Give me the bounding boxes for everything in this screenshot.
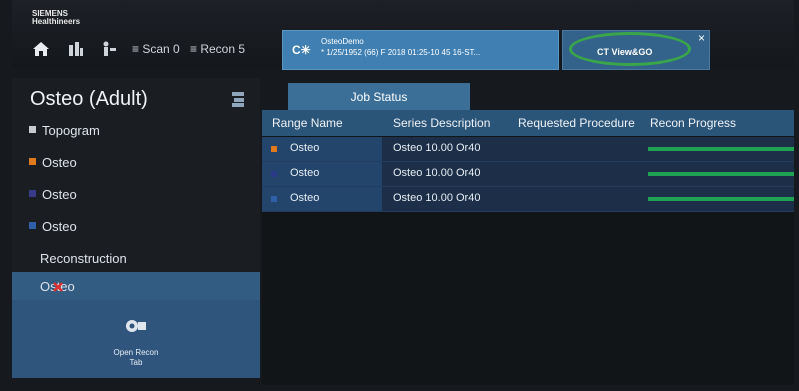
range-cell-background: [262, 187, 382, 211]
cell-range-name: Osteo: [290, 167, 320, 179]
close-icon[interactable]: ×: [698, 31, 705, 45]
range-color-swatch: [29, 222, 36, 229]
cell-series-description: Osteo 10.00 Or40: [393, 192, 481, 204]
range-color-swatch: [271, 196, 277, 202]
sidebar-item-label: Topogram: [42, 123, 100, 138]
sidebar-item-osteo-recon[interactable]: Osteo: [12, 272, 260, 302]
column-header-range-name[interactable]: Range Name: [272, 116, 343, 130]
sidebar-item-osteo-1[interactable]: Osteo: [12, 150, 260, 178]
sidebar-item-label: Osteo: [42, 219, 77, 234]
sidebar-item-topogram[interactable]: Topogram: [12, 118, 260, 146]
nav-recon-label: Recon 5: [200, 42, 246, 56]
delete-icon[interactable]: [52, 281, 64, 293]
cell-series-description: Osteo 10.00 Or40: [393, 142, 481, 154]
table-row[interactable]: Osteo Osteo 10.00 Or40: [262, 187, 794, 212]
nav-scan[interactable]: ≡ Scan 0: [132, 42, 180, 56]
open-recon-tab-button[interactable]: Open Recon Tab: [12, 300, 260, 378]
sidebar-item-osteo-3[interactable]: Osteo: [12, 214, 260, 242]
protocol-title: Osteo (Adult): [30, 88, 148, 110]
range-color-swatch: [29, 158, 36, 165]
range-cell-background: [262, 162, 382, 186]
sidebar-item-osteo-2[interactable]: Osteo: [12, 182, 260, 210]
brand-line2: Healthineers: [32, 17, 81, 26]
range-cell-background: [262, 137, 382, 161]
cell-range-name: Osteo: [290, 142, 320, 154]
scan-preparation-icon[interactable]: [100, 40, 118, 58]
nav-recon[interactable]: ≡ Recon 5: [190, 42, 245, 56]
range-color-swatch: [271, 171, 277, 177]
table-row[interactable]: Osteo Osteo 10.00 Or40: [262, 137, 794, 162]
ct-icon: C✳: [292, 43, 311, 57]
table-header: Range Name Series Description Requested …: [262, 110, 794, 136]
open-recon-label: Open Recon Tab: [12, 348, 260, 368]
recon-progress-bar: [648, 172, 794, 176]
cell-series-description: Osteo 10.00 Or40: [393, 167, 481, 179]
tab-job-status-label: Job Status: [350, 90, 408, 104]
open-recon-icon: [126, 320, 146, 332]
range-color-swatch: [29, 126, 36, 133]
sidebar-item-label: Osteo: [42, 155, 77, 170]
ct-view-go-label: CT View&GO: [597, 47, 653, 57]
home-icon[interactable]: [32, 40, 50, 58]
sidebar-item-label: Reconstruction: [40, 251, 127, 266]
ct-icon-letter: C: [292, 43, 301, 57]
column-header-requested-procedure[interactable]: Requested Procedure: [518, 116, 635, 130]
cell-range-name: Osteo: [290, 192, 320, 204]
sidebar-item-reconstruction[interactable]: Reconstruction: [12, 246, 260, 274]
patient-tab[interactable]: C✳ OsteoDemo * 1/25/1952 (66) F 2018 01:…: [282, 30, 559, 70]
tab-job-status[interactable]: Job Status: [288, 83, 470, 111]
table-row[interactable]: Osteo Osteo 10.00 Or40: [262, 162, 794, 187]
open-recon-line1: Open Recon: [113, 348, 159, 357]
open-recon-line2: Tab: [129, 358, 143, 367]
patient-name: OsteoDemo: [321, 37, 364, 46]
nav-scan-label: Scan 0: [142, 42, 180, 56]
brand-logo: SIEMENS Healthineers: [32, 10, 80, 26]
patient-model-icon[interactable]: [67, 40, 85, 58]
patient-info: * 1/25/1952 (66) F 2018 01:25-10 45 16-S…: [321, 48, 481, 57]
recon-progress-bar: [648, 197, 794, 201]
recon-progress-bar: [648, 147, 794, 151]
sidebar-item-label: Osteo: [42, 187, 77, 202]
range-color-swatch: [29, 190, 36, 197]
protocol-settings-icon[interactable]: [230, 90, 246, 108]
ct-view-go-tab[interactable]: CT View&GO ×: [562, 30, 710, 70]
job-status-table: Range Name Series Description Requested …: [262, 110, 794, 385]
column-header-recon-progress[interactable]: Recon Progress: [650, 116, 736, 130]
column-header-series-description[interactable]: Series Description: [393, 116, 490, 130]
range-color-swatch: [271, 146, 277, 152]
